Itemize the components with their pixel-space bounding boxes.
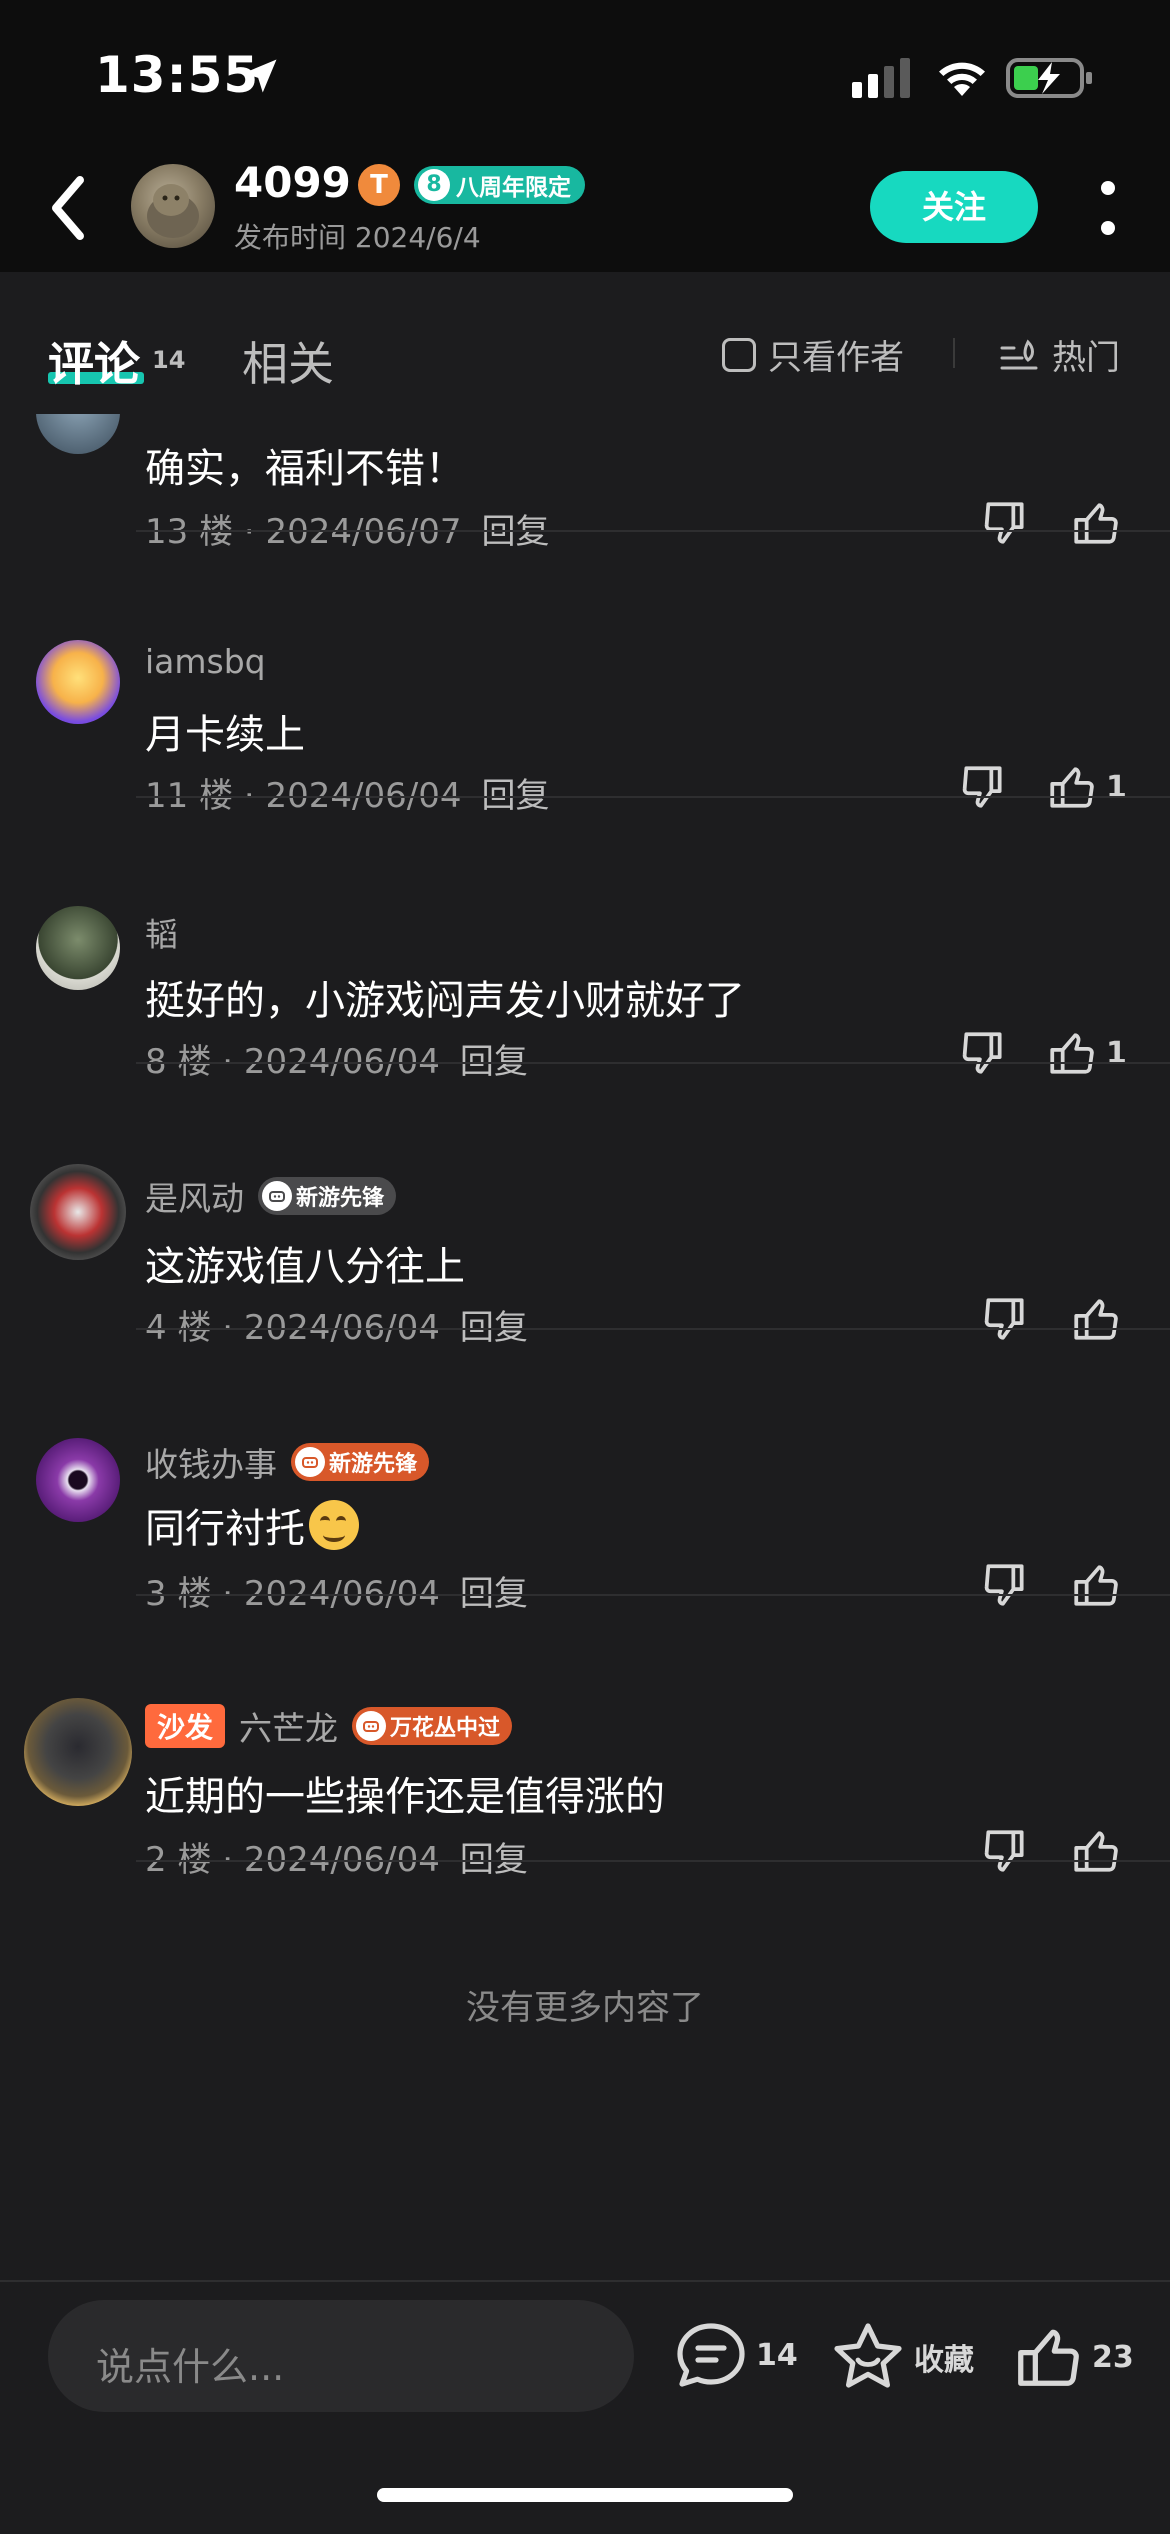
post-like-count: 23 (1092, 2339, 1134, 2375)
star-icon (834, 2323, 902, 2388)
commenter-avatar[interactable] (36, 640, 120, 724)
dislike-icon[interactable] (980, 1826, 1030, 1876)
level-badge: T (358, 164, 400, 206)
medal-badge: 万花丛中过 (352, 1707, 513, 1745)
gamepad-icon (356, 1711, 387, 1741)
cellular-signal-icon (852, 58, 910, 98)
comment-text-content: 同行衬托 (145, 1506, 305, 1552)
comment-text: 确实，福利不错！ (145, 446, 465, 492)
medal-badge: 新游先锋 (291, 1443, 430, 1481)
medal-badge: 新游先锋 (258, 1177, 397, 1215)
more-options-icon[interactable] (1092, 178, 1124, 238)
anniversary-badge-label: 八周年限定 (456, 175, 571, 201)
comment-meta: 2 楼 · 2024/06/04 回复 (145, 1840, 528, 1880)
comment-item: 沙发 六芒龙 万花丛中过 近期的一些操作还是值得涨的 2 楼 · 2024/06… (0, 1596, 1170, 1880)
gamepad-icon (262, 1181, 292, 1211)
comment-text: 挺好的，小游戏闷声发小财就好了 (145, 978, 745, 1024)
back-button[interactable] (40, 168, 100, 248)
battery-charging-icon (1006, 58, 1092, 98)
tab-comments[interactable]: 评论 (48, 328, 140, 394)
commenter-avatar[interactable] (30, 1164, 126, 1260)
comment-item: iamsbq 月卡续上 11 楼 · 2024/06/04 回复 1 (0, 532, 1170, 816)
author-only-toggle[interactable]: 只看作者 (722, 330, 904, 379)
commenter-avatar[interactable] (36, 1438, 120, 1522)
commenter-name[interactable]: 韬 (145, 908, 178, 956)
commenter-name-text[interactable]: 是风动 (145, 1172, 244, 1220)
top-header: 13:55 4099 T 8 八周年限定 发布时间 2024/6/4 关注 (0, 0, 1170, 272)
commenter-avatar[interactable] (36, 414, 120, 454)
comment-tabs: 评论 14 相关 只看作者 热门 (0, 272, 1170, 414)
location-arrow-icon (243, 59, 277, 93)
comment-list: 确实，福利不错！ 13 楼 · 2024/06/07 回复 iamsbq 月卡续上… (0, 414, 1170, 2280)
sort-icon (1000, 338, 1038, 369)
tab-related[interactable]: 相关 (242, 328, 334, 394)
comment-text: 同行衬托 (145, 1496, 359, 1554)
comment-item: 确实，福利不错！ 13 楼 · 2024/06/07 回复 (0, 414, 1170, 552)
author-only-label: 只看作者 (768, 338, 904, 378)
comment-text: 这游戏值八分往上 (145, 1244, 465, 1290)
gamepad-icon (295, 1447, 325, 1477)
commenter-avatar[interactable] (24, 1698, 132, 1806)
comment-item: 是风动 新游先锋 这游戏值八分往上 4 楼 · 2024/06/04 回复 (0, 1064, 1170, 1348)
wifi-icon (939, 62, 985, 96)
comment-item: 韬 挺好的，小游戏闷声发小财就好了 8 楼 · 2024/06/04 回复 1 (0, 798, 1170, 1082)
post-like-button[interactable]: 23 (1012, 2322, 1134, 2392)
comment-item: 收钱办事 新游先锋 同行衬托 3 楼 · 2024/06/04 回复 (0, 1330, 1170, 1614)
thumbs-up-icon (1018, 2329, 1079, 2386)
no-more-content: 没有更多内容了 (466, 1988, 704, 2028)
favorite-button[interactable]: 收藏 (832, 2322, 974, 2392)
comment-input-placeholder: 说点什么... (96, 2345, 285, 2389)
comments-count: 14 (152, 346, 186, 374)
commenter-name[interactable]: iamsbq (145, 642, 266, 681)
sort-hot-button[interactable]: 热门 (1000, 330, 1120, 379)
comment-count: 14 (756, 2337, 798, 2373)
commenter-avatar[interactable] (36, 906, 120, 990)
medal-label: 新游先锋 (296, 1186, 385, 1211)
status-time: 13:55 (95, 46, 260, 104)
comment-separator (136, 1860, 1170, 1862)
sort-label: 热门 (1052, 338, 1120, 378)
commenter-name: 是风动 新游先锋 (145, 1172, 397, 1220)
medal-label: 新游先锋 (329, 1452, 418, 1477)
comments-button[interactable]: 14 (676, 2322, 798, 2388)
comment-text: 近期的一些操作还是值得涨的 (145, 1774, 665, 1820)
comment-bubble-icon (677, 2323, 745, 2387)
anniversary-badge: 8 八周年限定 (414, 166, 585, 204)
commenter-name: 沙发 六芒龙 万花丛中过 (145, 1702, 513, 1750)
sofa-badge: 沙发 (145, 1704, 226, 1748)
smile-emoji-icon (309, 1500, 359, 1550)
like-icon[interactable] (1070, 1826, 1120, 1876)
medal-label: 万花丛中过 (390, 1716, 501, 1741)
tab-divider (953, 338, 955, 368)
home-indicator (377, 2488, 793, 2502)
follow-button[interactable]: 关注 (870, 171, 1038, 243)
commenter-name: 收钱办事 新游先锋 (145, 1438, 430, 1486)
favorite-label: 收藏 (914, 2343, 974, 2378)
comment-input[interactable]: 说点什么... (48, 2300, 634, 2412)
publish-time: 发布时间 2024/6/4 (234, 221, 481, 254)
author-avatar[interactable] (131, 164, 215, 248)
anniversary-badge-number: 8 (418, 169, 450, 201)
commenter-name-text[interactable]: 六芒龙 (239, 1702, 338, 1750)
author-username[interactable]: 4099 (234, 158, 351, 207)
comment-text: 月卡续上 (145, 712, 305, 758)
commenter-name-text[interactable]: 收钱办事 (145, 1438, 277, 1486)
author-only-checkbox[interactable] (722, 337, 756, 372)
